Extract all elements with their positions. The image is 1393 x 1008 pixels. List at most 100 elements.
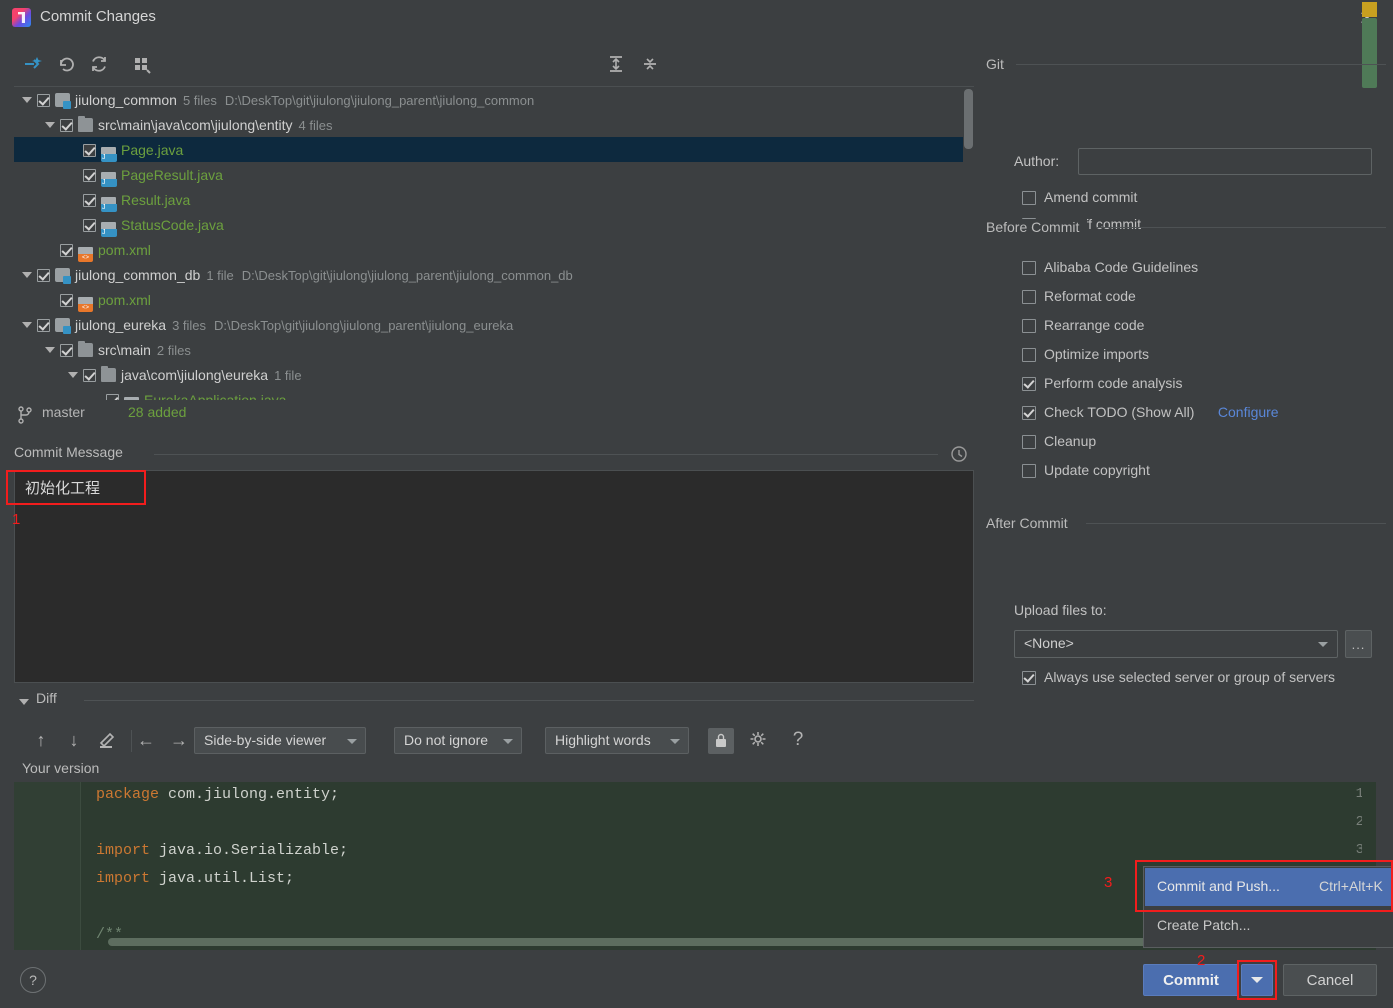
chevron-down-icon[interactable] — [68, 372, 78, 379]
update-copyright-label[interactable]: Update copyright — [1044, 462, 1150, 478]
changed-files-tree[interactable]: jiulong_common 5 files D:\DeskTop\git\jiul… — [14, 86, 974, 400]
clock-history-icon[interactable] — [950, 445, 968, 463]
menu-item-commit-and-push[interactable]: Commit and Push... Ctrl+Alt+K — [1145, 868, 1393, 906]
edit-source-icon[interactable] — [91, 725, 121, 755]
file-checkbox[interactable] — [83, 218, 96, 232]
accept-right-icon[interactable]: → — [164, 725, 194, 755]
show-diff-icon[interactable] — [18, 50, 46, 78]
module-folder-icon — [55, 268, 71, 285]
accept-left-icon[interactable]: ← — [131, 725, 161, 755]
check-todo-checkbox[interactable] — [1022, 406, 1036, 420]
commit-button[interactable]: Commit — [1143, 964, 1239, 996]
refresh-icon[interactable] — [85, 50, 113, 78]
next-difference-icon[interactable]: ↓ — [59, 725, 89, 755]
alibaba-code-guidelines-checkbox[interactable] — [1022, 261, 1036, 275]
always-use-server-checkbox[interactable] — [1022, 671, 1036, 685]
lock-icon[interactable] — [708, 728, 734, 754]
chevron-down-icon[interactable] — [45, 347, 55, 354]
commit-options-panel: Git Author: Amend commit Sign-off commit… — [986, 50, 1386, 690]
viewer-mode-value: Side-by-side viewer — [204, 732, 327, 748]
alibaba-code-guidelines-label[interactable]: Alibaba Code Guidelines — [1044, 259, 1198, 275]
folder-icon — [78, 116, 93, 133]
table-row[interactable]: jiulong_common 5 files D:\DeskTop\git\jiul… — [14, 87, 974, 112]
chevron-down-icon[interactable] — [22, 322, 32, 329]
check-todo-label[interactable]: Check TODO (Show All) — [1044, 404, 1194, 420]
java-file-icon — [101, 221, 117, 237]
file-checkbox[interactable] — [106, 393, 119, 400]
file-checkbox[interactable] — [60, 243, 73, 257]
table-row[interactable]: StatusCode.java — [14, 212, 974, 237]
table-row[interactable]: pom.xml — [14, 287, 974, 312]
rearrange-code-checkbox[interactable] — [1022, 319, 1036, 333]
editor-horizontal-scrollbar[interactable] — [108, 938, 1158, 946]
table-row[interactable]: jiulong_common_db 1 file D:\DeskTop\git\ji… — [14, 262, 974, 287]
revert-icon[interactable] — [52, 50, 80, 78]
settings-gear-icon[interactable] — [743, 725, 773, 755]
collapse-all-icon[interactable] — [636, 50, 664, 78]
file-checkbox[interactable] — [37, 268, 50, 282]
editor-warning-marker[interactable] — [1362, 2, 1377, 17]
amend-commit-checkbox[interactable] — [1022, 191, 1036, 205]
tree-scrollbar[interactable] — [963, 87, 974, 400]
file-checkbox[interactable] — [37, 318, 50, 332]
menu-item-create-patch-label: Create Patch... — [1157, 917, 1251, 933]
rearrange-code-label[interactable]: Rearrange code — [1044, 317, 1144, 333]
perform-code-analysis-checkbox[interactable] — [1022, 377, 1036, 391]
chevron-down-icon[interactable] — [22, 272, 32, 279]
previous-difference-icon[interactable]: ↑ — [26, 725, 56, 755]
git-section-title: Git — [986, 56, 1012, 72]
table-row[interactable]: jiulong_eureka 3 files D:\DeskTop\git\jiul… — [14, 312, 974, 337]
file-checkbox[interactable] — [83, 168, 96, 182]
reformat-code-checkbox[interactable] — [1022, 290, 1036, 304]
tree-item-name: src\main — [98, 341, 151, 358]
perform-code-analysis-label[interactable]: Perform code analysis — [1044, 375, 1183, 391]
help-question-icon[interactable]: ? — [783, 725, 813, 755]
table-row[interactable]: src\main 2 files — [14, 337, 974, 362]
table-row[interactable]: Result.java — [14, 187, 974, 212]
commit-message-input[interactable]: 初始化工程 — [14, 470, 974, 683]
browse-servers-button[interactable]: ... — [1345, 630, 1372, 658]
table-row[interactable]: Page.java — [14, 137, 974, 162]
author-field[interactable] — [1078, 148, 1372, 175]
file-checkbox[interactable] — [83, 193, 96, 207]
table-row[interactable]: EurekaApplication.java — [14, 387, 974, 400]
help-button[interactable]: ? — [20, 967, 46, 993]
file-checkbox[interactable] — [37, 93, 50, 107]
table-row[interactable]: pom.xml — [14, 237, 974, 262]
tree-item-name: pom.xml — [98, 241, 151, 258]
tree-item-name: StatusCode.java — [121, 216, 224, 233]
chevron-down-icon[interactable] — [19, 699, 29, 705]
cleanup-label[interactable]: Cleanup — [1044, 433, 1096, 449]
optimize-imports-label[interactable]: Optimize imports — [1044, 346, 1149, 362]
configure-todo-link[interactable]: Configure — [1218, 404, 1279, 420]
file-checkbox[interactable] — [83, 368, 96, 382]
table-row[interactable]: java\com\jiulong\eureka 1 file — [14, 362, 974, 387]
viewer-mode-dropdown[interactable]: Side-by-side viewer — [194, 727, 366, 754]
update-copyright-checkbox[interactable] — [1022, 464, 1036, 478]
file-checkbox[interactable] — [60, 293, 73, 307]
table-row[interactable]: src\main\java\com\jiulong\entity 4 files — [14, 112, 974, 137]
group-by-icon[interactable] — [128, 50, 156, 78]
optimize-imports-checkbox[interactable] — [1022, 348, 1036, 362]
cancel-button[interactable]: Cancel — [1283, 964, 1377, 996]
chevron-down-icon[interactable] — [22, 97, 32, 104]
cleanup-checkbox[interactable] — [1022, 435, 1036, 449]
file-checkbox[interactable] — [60, 118, 73, 132]
file-checkbox[interactable] — [83, 143, 96, 157]
chevron-down-icon[interactable] — [45, 122, 55, 129]
highlight-mode-dropdown[interactable]: Highlight words — [545, 727, 689, 754]
tree-item-name: jiulong_common — [75, 91, 177, 108]
table-row[interactable]: PageResult.java — [14, 162, 974, 187]
file-checkbox[interactable] — [60, 343, 73, 357]
chevron-down-icon — [503, 739, 513, 744]
reformat-code-label[interactable]: Reformat code — [1044, 288, 1136, 304]
whitespace-mode-dropdown[interactable]: Do not ignore — [394, 727, 522, 754]
tree-scrollbar-thumb[interactable] — [964, 89, 973, 149]
always-use-server-label[interactable]: Always use selected server or group of s… — [1044, 669, 1335, 685]
upload-server-value: <None> — [1024, 635, 1074, 651]
commit-dropdown-button[interactable] — [1241, 964, 1273, 996]
expand-all-icon[interactable] — [602, 50, 630, 78]
menu-item-create-patch[interactable]: Create Patch... — [1145, 907, 1393, 945]
amend-commit-label[interactable]: Amend commit — [1044, 189, 1137, 205]
upload-server-dropdown[interactable]: <None> — [1014, 630, 1338, 658]
